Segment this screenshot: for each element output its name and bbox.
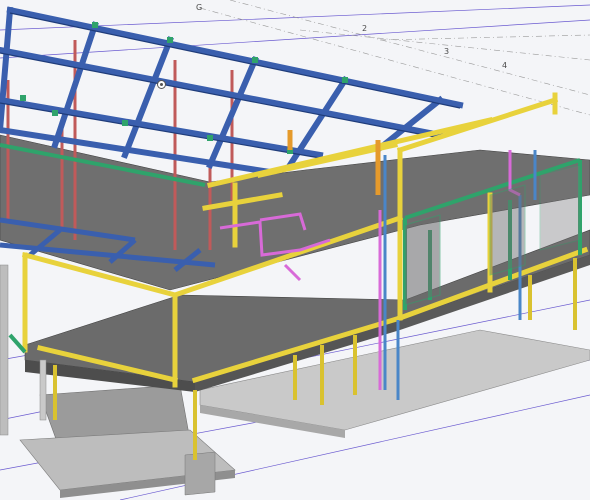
3d-model-viewport[interactable]: G 2 3 4 xyxy=(0,0,590,500)
grid-label-3: 3 xyxy=(444,47,449,56)
structural-model-view[interactable]: G 2 3 4 xyxy=(0,0,590,500)
grid-label-g: G xyxy=(196,3,202,12)
grid-label-4: 4 xyxy=(502,61,507,70)
grid-label-2: 2 xyxy=(362,24,367,33)
pivot-point-marker[interactable] xyxy=(157,80,166,89)
